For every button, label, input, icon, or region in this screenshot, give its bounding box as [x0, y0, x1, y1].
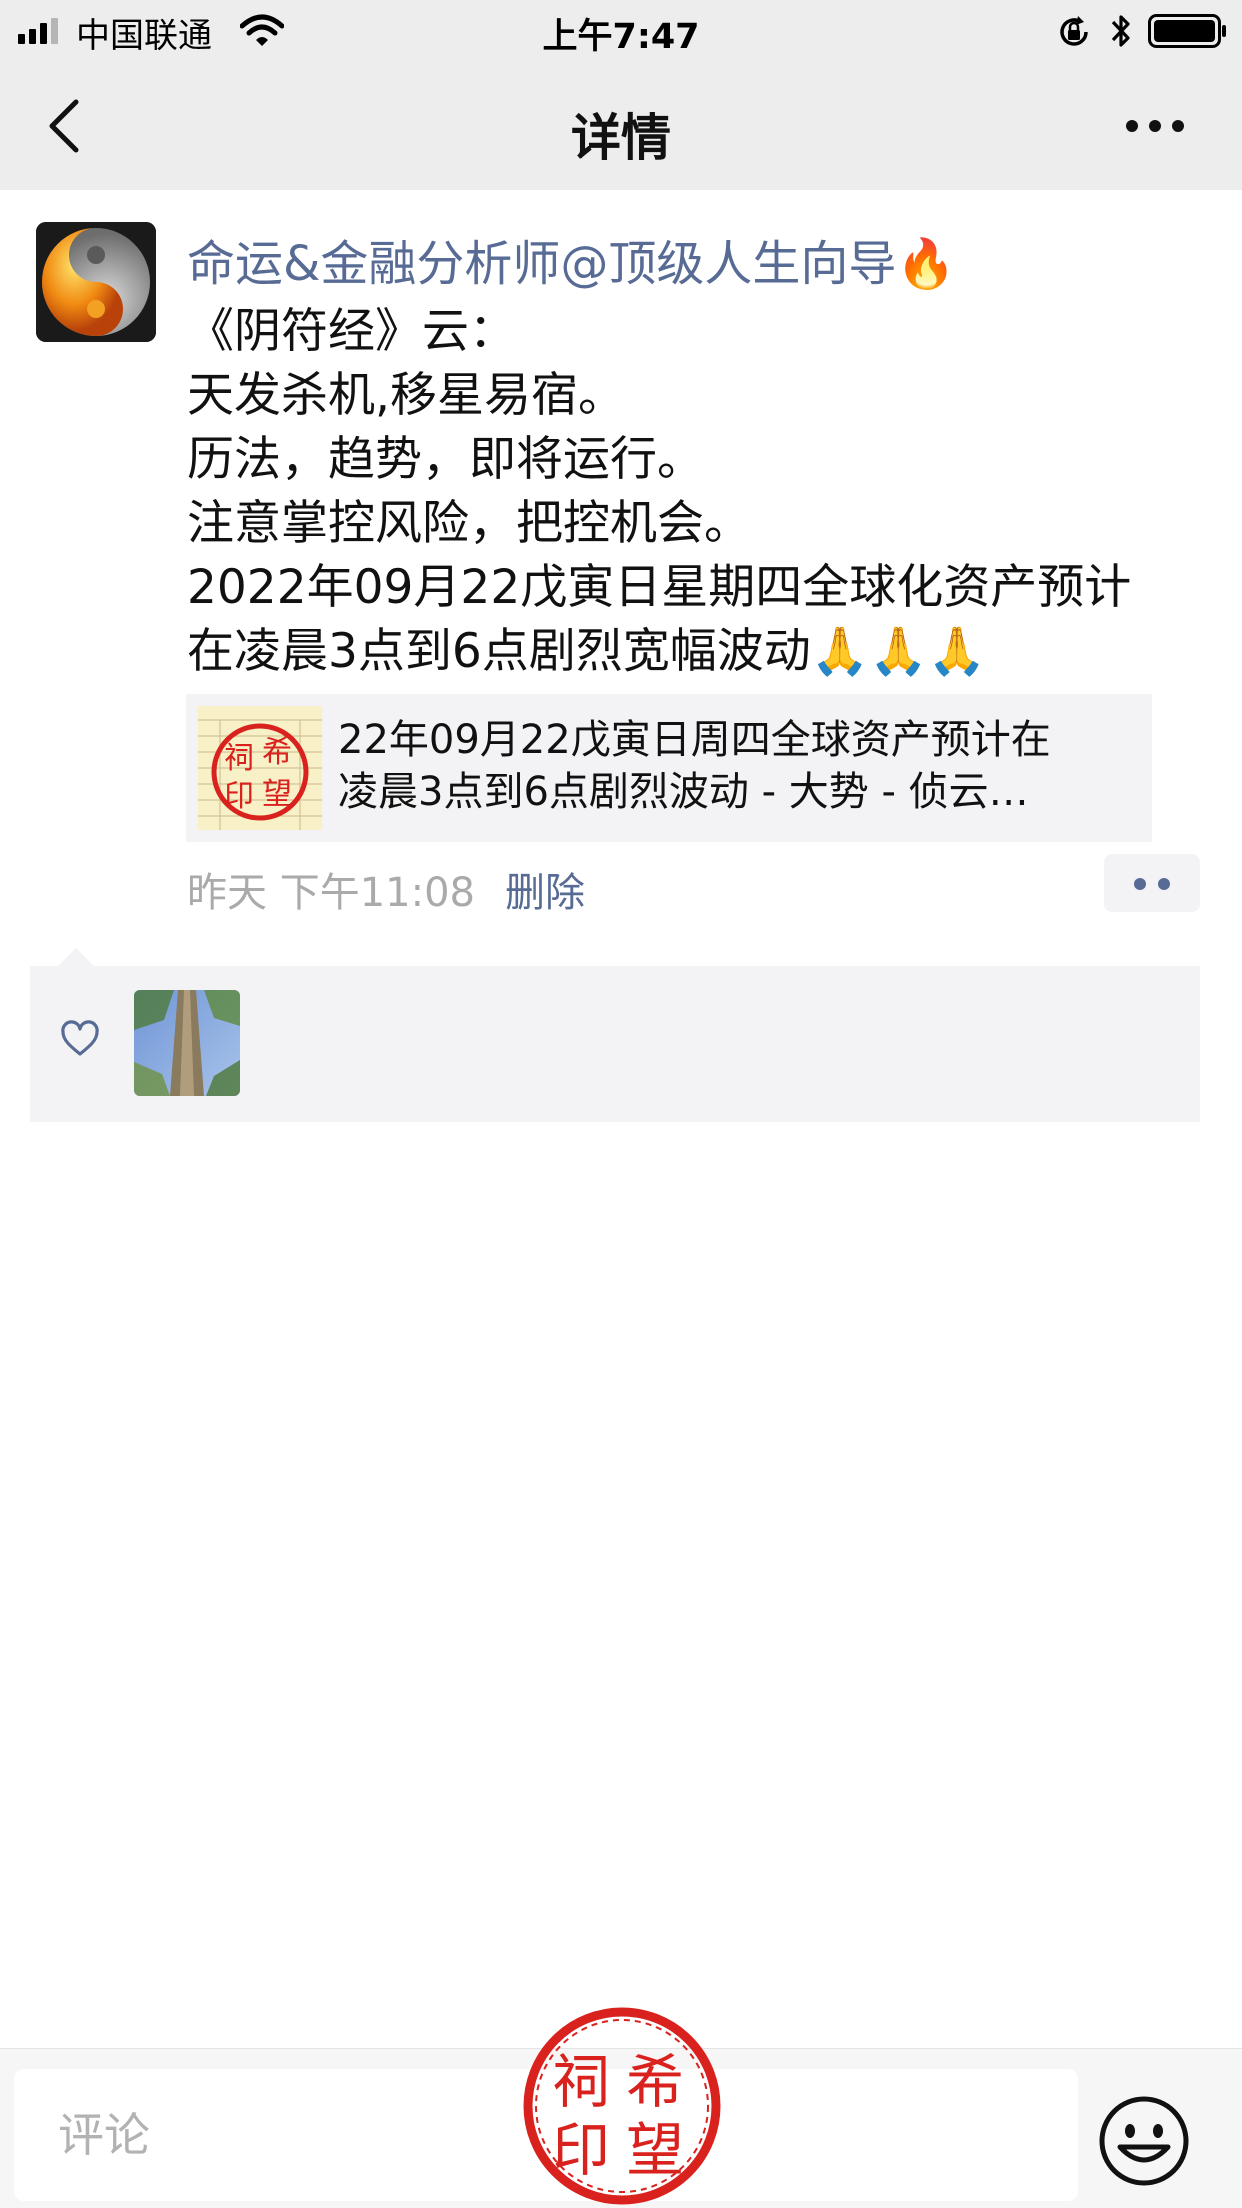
status-bar: 中国联通 上午7:47 [0, 0, 1242, 62]
delete-button[interactable]: 删除 [505, 860, 585, 918]
navigation-bar: 详情 [0, 62, 1242, 190]
action-dot-icon [1134, 878, 1146, 890]
liker-avatar[interactable] [134, 990, 240, 1096]
link-thumbnail-image: 祠 希 印 望 [198, 706, 322, 830]
author-name[interactable]: 命运&金融分析师@顶级人生向导🔥 [187, 224, 956, 294]
seal-stamp-watermark: 祠 希 印 望 [523, 2007, 721, 2205]
svg-text:希: 希 [262, 735, 292, 770]
yin-yang-avatar-image [36, 222, 156, 342]
battery-icon [1148, 14, 1226, 48]
likes-panel [30, 966, 1200, 1122]
svg-text:祠: 祠 [224, 741, 254, 776]
link-title: 22年09月22戊寅日周四全球资产预计在 凌晨3点到6点剧烈波动 - 大势 - … [338, 714, 1138, 818]
post-actions-button[interactable] [1104, 854, 1200, 912]
shared-link-card[interactable]: 祠 希 印 望 22年09月22戊寅日周四全球资产预计在 凌晨3点到6点剧烈波动… [186, 694, 1152, 842]
smiley-face-icon[interactable] [1098, 2095, 1190, 2187]
action-dot-icon [1158, 878, 1170, 890]
post-text: 《阴符经》云： 天发杀机,移星易宿。 历法，趋势，即将运行。 注意掌控风险，把控… [187, 300, 1227, 684]
svg-text:望: 望 [626, 2116, 684, 2184]
svg-text:望: 望 [262, 777, 292, 812]
post-timestamp: 昨天 下午11:08 [187, 870, 475, 916]
post-line: 2022年09月22戊寅日星期四全球化资产预计 [187, 560, 1132, 615]
likes-pointer [56, 948, 96, 968]
heart-outline-icon [61, 1020, 99, 1056]
svg-text:祠: 祠 [552, 2048, 610, 2116]
page-title: 详情 [571, 109, 671, 167]
post-line: 《阴符经》云： [187, 304, 516, 359]
bluetooth-icon [1111, 15, 1130, 47]
author-avatar[interactable] [36, 222, 156, 342]
svg-text:印: 印 [224, 779, 254, 814]
link-title-line: 22年09月22戊寅日周四全球资产预计在 [338, 717, 1051, 763]
post-line: 天发杀机,移星易宿。 [187, 368, 625, 423]
rotation-lock-icon [1060, 16, 1088, 46]
post-line: 历法，趋势，即将运行。 [187, 432, 704, 487]
svg-text:印: 印 [552, 2116, 610, 2184]
post-line: 在凌晨3点到6点剧烈宽幅波动🙏🙏🙏 [187, 624, 987, 679]
post-line: 注意掌控风险，把控机会。 [187, 496, 751, 551]
svg-text:希: 希 [626, 2048, 684, 2116]
link-title-line: 凌晨3点到6点剧烈波动 - 大势 - 侦云… [338, 769, 1029, 815]
tree-photo-image [134, 990, 240, 1096]
more-dots-icon[interactable] [1124, 114, 1186, 138]
